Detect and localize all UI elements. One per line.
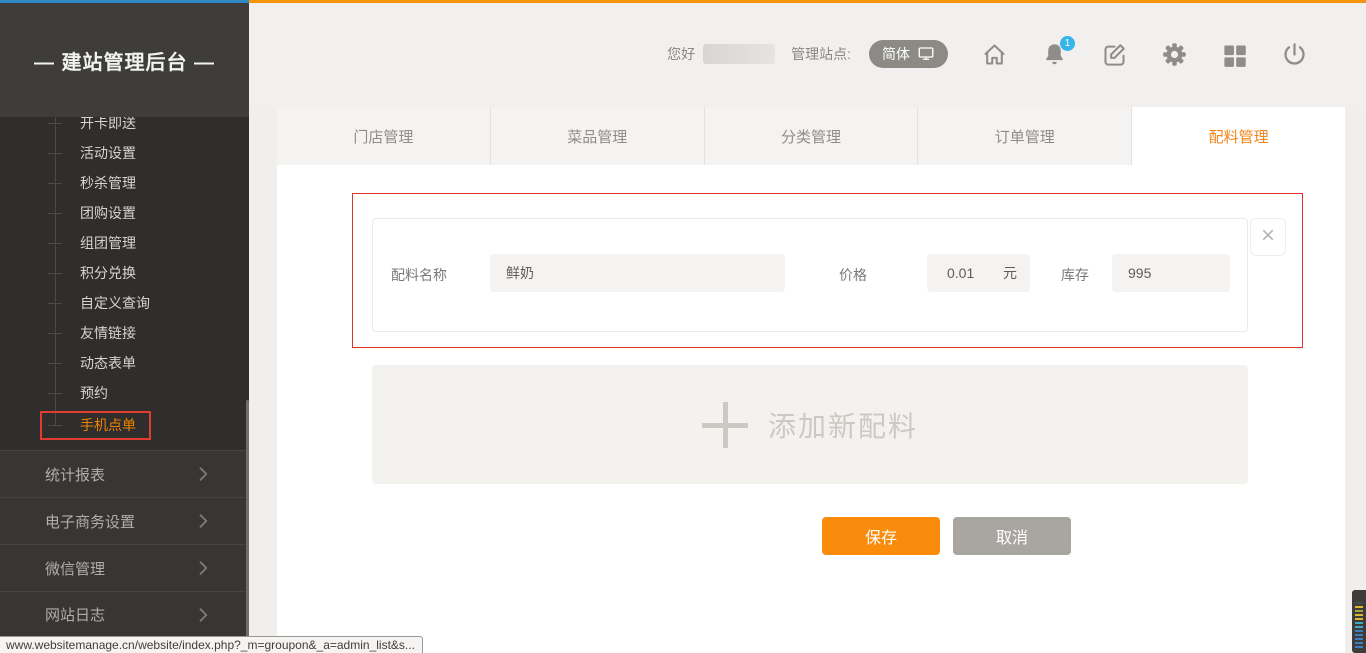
- section-label: 网站日志: [45, 604, 105, 625]
- price-field: 元: [927, 254, 1030, 292]
- notification-badge: 1: [1060, 36, 1075, 51]
- sidebar-section-logs[interactable]: 网站日志: [0, 591, 249, 638]
- scroll-minimap[interactable]: [1352, 590, 1366, 653]
- home-button[interactable]: [981, 41, 1008, 68]
- main-content: 配料名称 价格 元 库存 × 添加新配料 保存 取消: [277, 165, 1345, 653]
- sidebar-item[interactable]: 秒杀管理: [0, 168, 249, 198]
- section-label: 统计报表: [45, 464, 105, 485]
- sidebar-item[interactable]: 积分兑换: [0, 258, 249, 288]
- sidebar-submenu: 开卡即送 活动设置 秒杀管理 团购设置 组团管理 积分兑换 自定义查询 友情链接…: [0, 108, 249, 442]
- edit-button[interactable]: [1101, 41, 1128, 68]
- language-site-pill[interactable]: 简体: [869, 40, 948, 68]
- ingredient-card: 配料名称 价格 元 库存: [372, 218, 1248, 332]
- sidebar-sections: 统计报表 电子商务设置 微信管理 网站日志: [0, 450, 249, 638]
- grid-icon: [1221, 41, 1248, 68]
- tab-order-management[interactable]: 订单管理: [918, 107, 1132, 165]
- sidebar-item[interactable]: 自定义查询: [0, 288, 249, 318]
- power-icon: [1281, 41, 1308, 68]
- tab-ingredient-management[interactable]: 配料管理: [1132, 107, 1345, 165]
- sidebar-item-mobile-order[interactable]: 手机点单: [0, 408, 249, 442]
- section-label: 电子商务设置: [45, 511, 135, 532]
- sidebar-scrollbar-thumb[interactable]: [246, 400, 249, 653]
- user-name-redacted: [703, 44, 775, 64]
- chevron-right-icon: [193, 605, 213, 625]
- stock-input[interactable]: [1112, 254, 1230, 292]
- notifications-button[interactable]: 1: [1041, 41, 1068, 68]
- section-label: 微信管理: [45, 558, 105, 579]
- tab-store-management[interactable]: 门店管理: [277, 107, 491, 165]
- ingredient-name-label: 配料名称: [391, 265, 447, 285]
- settings-button[interactable]: [1161, 41, 1188, 68]
- top-header: 您好 管理站点: 简体 1: [249, 3, 1366, 105]
- chevron-right-icon: [193, 464, 213, 484]
- plus-icon: [702, 402, 748, 448]
- sidebar-item[interactable]: 组团管理: [0, 228, 249, 258]
- sidebar-section-wechat[interactable]: 微信管理: [0, 544, 249, 591]
- sidebar-item[interactable]: 团购设置: [0, 198, 249, 228]
- monitor-icon: [917, 45, 935, 63]
- apps-button[interactable]: [1221, 41, 1248, 68]
- price-unit: 元: [1003, 263, 1030, 283]
- ingredient-name-input[interactable]: [490, 254, 785, 292]
- status-url-tooltip: www.websitemanage.cn/website/index.php?_…: [0, 636, 423, 653]
- save-button[interactable]: 保存: [822, 517, 940, 555]
- add-ingredient-button[interactable]: 添加新配料: [372, 365, 1248, 484]
- logout-button[interactable]: [1281, 41, 1308, 68]
- price-label: 价格: [839, 265, 867, 285]
- management-tabs: 门店管理 菜品管理 分类管理 订单管理 配料管理: [277, 107, 1345, 165]
- home-icon: [981, 41, 1008, 68]
- sidebar-item[interactable]: 动态表单: [0, 348, 249, 378]
- sidebar: — 建站管理后台 — 开卡即送 活动设置 秒杀管理 团购设置 组团管理 积分兑换…: [0, 3, 249, 653]
- stock-label: 库存: [1061, 265, 1089, 285]
- scroll-minimap-stripes: [1355, 602, 1366, 648]
- edit-icon: [1101, 41, 1128, 68]
- price-input[interactable]: [927, 265, 1003, 281]
- sidebar-section-reports[interactable]: 统计报表: [0, 450, 249, 497]
- app-title: — 建站管理后台 —: [0, 3, 249, 117]
- chevron-right-icon: [193, 511, 213, 531]
- add-ingredient-label: 添加新配料: [768, 405, 918, 445]
- sidebar-item[interactable]: 活动设置: [0, 138, 249, 168]
- tab-category-management[interactable]: 分类管理: [705, 107, 919, 165]
- tab-dish-management[interactable]: 菜品管理: [491, 107, 705, 165]
- gear-icon: [1161, 41, 1188, 68]
- sidebar-section-ecommerce[interactable]: 电子商务设置: [0, 497, 249, 544]
- greeting-text: 您好: [667, 44, 695, 64]
- sidebar-item[interactable]: 预约: [0, 378, 249, 408]
- sidebar-item[interactable]: 友情链接: [0, 318, 249, 348]
- chevron-right-icon: [193, 558, 213, 578]
- site-label: 管理站点:: [791, 44, 851, 64]
- close-card-button[interactable]: ×: [1250, 218, 1286, 256]
- cancel-button[interactable]: 取消: [953, 517, 1071, 555]
- language-pill-label: 简体: [882, 44, 910, 64]
